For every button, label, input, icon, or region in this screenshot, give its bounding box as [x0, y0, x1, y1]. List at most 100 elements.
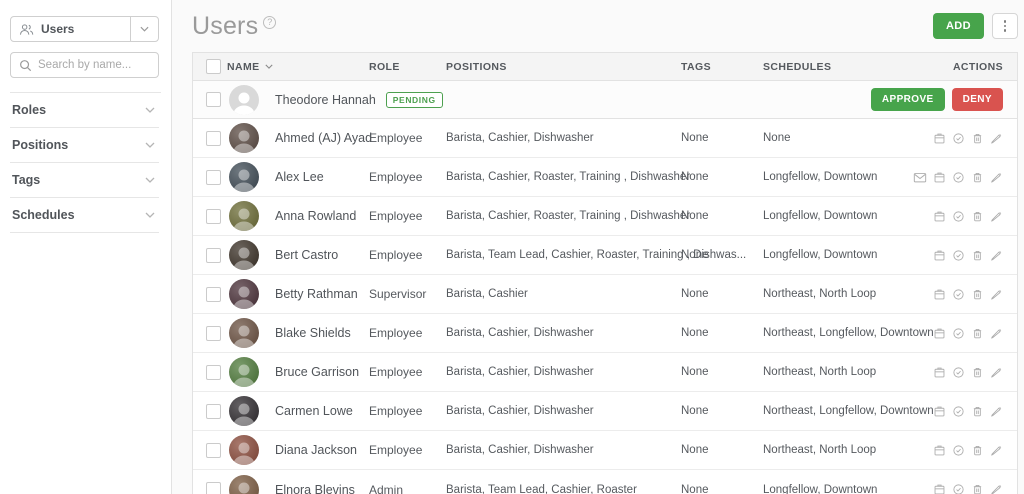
row-checkbox[interactable] — [206, 403, 221, 419]
row-checkbox[interactable] — [206, 286, 221, 302]
check-circle-icon[interactable] — [952, 327, 965, 340]
table-row: Alex Lee Employee Barista, Cashier, Roas… — [193, 158, 1017, 197]
sidebar-section-positions[interactable]: Positions — [10, 128, 159, 163]
trash-icon[interactable] — [971, 132, 984, 145]
view-selector-dropdown[interactable]: Users — [10, 16, 159, 42]
row-checkbox[interactable] — [206, 169, 221, 185]
user-name[interactable]: Alex Lee — [267, 170, 369, 184]
trash-icon[interactable] — [971, 210, 984, 223]
check-circle-icon[interactable] — [952, 405, 965, 418]
user-name[interactable]: Blake Shields — [267, 326, 369, 340]
edit-icon[interactable] — [990, 483, 1003, 494]
user-schedules: Longfellow, Downtown — [763, 249, 878, 261]
calendar-icon[interactable] — [933, 483, 946, 494]
check-circle-icon[interactable] — [952, 249, 965, 262]
column-header-name[interactable]: NAME — [227, 61, 260, 73]
calendar-icon[interactable] — [933, 327, 946, 340]
approve-button[interactable]: APPROVE — [870, 88, 945, 111]
check-circle-icon[interactable] — [952, 288, 965, 301]
users-icon — [19, 23, 34, 35]
select-all-checkbox[interactable] — [206, 59, 221, 74]
trash-icon[interactable] — [971, 171, 984, 184]
edit-icon[interactable] — [990, 210, 1003, 223]
check-circle-icon[interactable] — [952, 444, 965, 457]
table-row: Ahmed (AJ) Ayad Employee Barista, Cashie… — [193, 119, 1017, 158]
calendar-icon[interactable] — [933, 405, 946, 418]
user-name[interactable]: Carmen Lowe — [267, 404, 369, 418]
calendar-icon[interactable] — [933, 132, 946, 145]
info-icon[interactable]: ? — [263, 15, 277, 29]
row-checkbox[interactable] — [206, 92, 221, 107]
user-name[interactable]: Anna Rowland — [267, 209, 369, 223]
check-circle-icon[interactable] — [952, 210, 965, 223]
user-name[interactable]: Bert Castro — [267, 248, 369, 262]
edit-icon[interactable] — [990, 171, 1003, 184]
sidebar-section-schedules[interactable]: Schedules — [10, 198, 159, 233]
sidebar-sections: Roles Positions Tags Schedules — [10, 93, 159, 233]
row-checkbox[interactable] — [206, 208, 221, 224]
edit-icon[interactable] — [990, 366, 1003, 379]
user-tags: None — [681, 288, 709, 300]
trash-icon[interactable] — [971, 444, 984, 457]
row-actions — [913, 249, 1017, 262]
row-actions — [913, 444, 1017, 457]
page-title: Users — [192, 11, 259, 40]
edit-icon[interactable] — [990, 444, 1003, 457]
trash-icon[interactable] — [971, 483, 984, 494]
check-circle-icon[interactable] — [952, 483, 965, 494]
row-checkbox[interactable] — [206, 325, 221, 341]
edit-icon[interactable] — [990, 405, 1003, 418]
user-positions: Barista, Cashier, Dishwasher — [446, 132, 594, 144]
user-name[interactable]: Elnora Blevins — [267, 483, 369, 494]
calendar-icon[interactable] — [933, 249, 946, 262]
trash-icon[interactable] — [971, 327, 984, 340]
user-positions: Barista, Cashier, Dishwasher — [446, 366, 594, 378]
column-header-role[interactable]: ROLE — [369, 61, 446, 73]
check-circle-icon[interactable] — [952, 171, 965, 184]
column-header-schedules[interactable]: SCHEDULES — [763, 61, 913, 73]
calendar-icon[interactable] — [933, 210, 946, 223]
check-circle-icon[interactable] — [952, 132, 965, 145]
table-row: Blake Shields Employee Barista, Cashier,… — [193, 314, 1017, 353]
row-checkbox[interactable] — [206, 442, 221, 458]
row-checkbox[interactable] — [206, 130, 221, 146]
row-checkbox[interactable] — [206, 482, 221, 494]
trash-icon[interactable] — [971, 405, 984, 418]
trash-icon[interactable] — [971, 288, 984, 301]
user-name[interactable]: Diana Jackson — [267, 443, 369, 457]
edit-icon[interactable] — [990, 132, 1003, 145]
user-tags: None — [681, 366, 709, 378]
user-role: Employee — [369, 209, 423, 223]
message-icon[interactable] — [913, 171, 927, 184]
calendar-icon[interactable] — [933, 171, 946, 184]
calendar-icon[interactable] — [933, 366, 946, 379]
user-schedules: Northeast, North Loop — [763, 366, 877, 378]
calendar-icon[interactable] — [933, 288, 946, 301]
column-header-tags[interactable]: TAGS — [681, 61, 763, 73]
edit-icon[interactable] — [990, 288, 1003, 301]
trash-icon[interactable] — [971, 366, 984, 379]
sidebar-section-tags[interactable]: Tags — [10, 163, 159, 198]
user-name[interactable]: Bruce Garrison — [267, 365, 369, 379]
user-name[interactable]: Betty Rathman — [267, 287, 369, 301]
row-checkbox[interactable] — [206, 364, 221, 380]
user-schedules: Longfellow, Downtown — [763, 210, 878, 222]
edit-icon[interactable] — [990, 327, 1003, 340]
user-tags: None — [681, 249, 709, 261]
column-header-positions[interactable]: POSITIONS — [446, 61, 681, 73]
add-button[interactable]: ADD — [932, 13, 984, 39]
user-role: Employee — [369, 443, 423, 457]
table-header-row: NAME ROLE POSITIONS TAGS SCHEDULES ACTIO… — [193, 53, 1017, 81]
avatar — [229, 435, 259, 465]
trash-icon[interactable] — [971, 249, 984, 262]
user-name[interactable]: Ahmed (AJ) Ayad — [267, 131, 372, 145]
check-circle-icon[interactable] — [952, 366, 965, 379]
more-options-button[interactable] — [992, 13, 1018, 39]
sidebar-section-roles[interactable]: Roles — [10, 93, 159, 128]
edit-icon[interactable] — [990, 249, 1003, 262]
row-checkbox[interactable] — [206, 247, 221, 263]
calendar-icon[interactable] — [933, 444, 946, 457]
search-input[interactable] — [38, 59, 150, 71]
deny-button[interactable]: DENY — [951, 88, 1003, 111]
user-schedules: Northeast, North Loop — [763, 444, 877, 456]
